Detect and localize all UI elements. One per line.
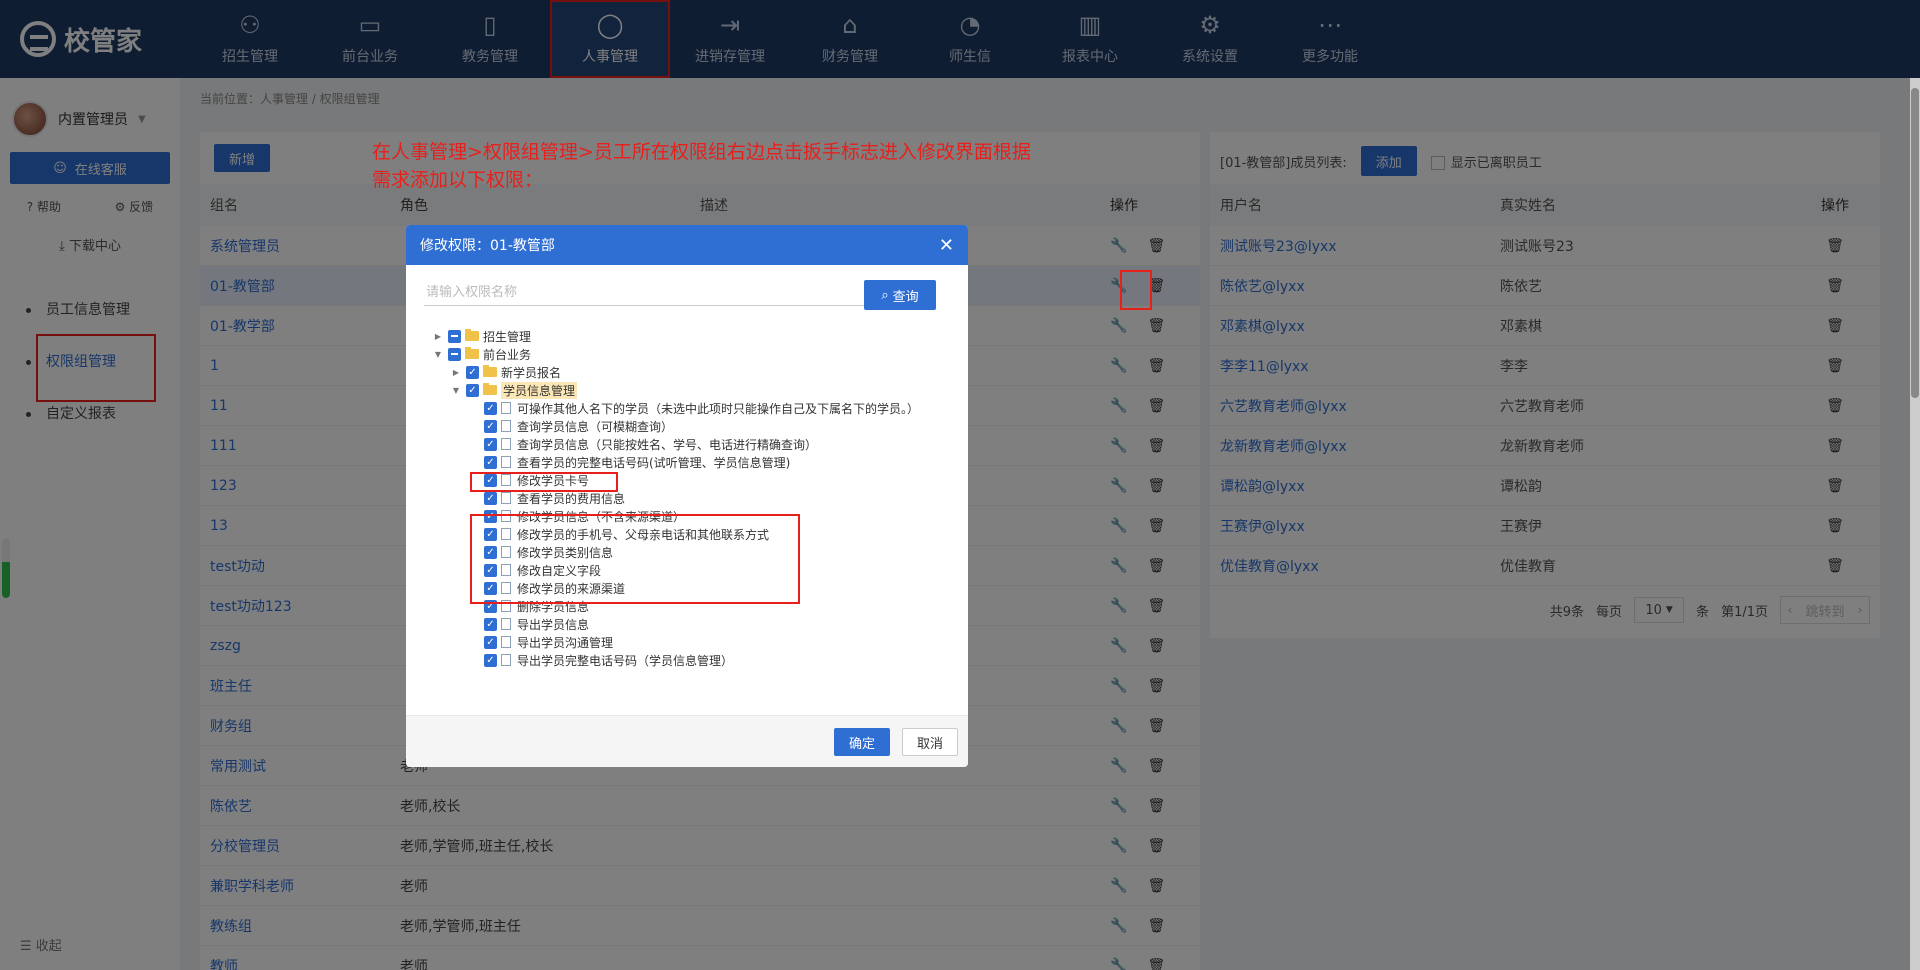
permission-label[interactable]: 查看学员的完整电话号码(试听管理、学员信息管理) — [517, 454, 790, 471]
folder-icon — [465, 347, 479, 359]
permission-label[interactable]: 可操作其他人名下的学员（未选中此项时只能操作自己及下属名下的学员。） — [517, 400, 919, 417]
permission-label[interactable]: 查询学员信息（可模糊查询） — [517, 418, 673, 435]
document-icon — [501, 456, 511, 468]
tree-node[interactable]: ▼ 前台业务 — [432, 345, 952, 363]
dialog-header: 修改权限：01-教管部 ✕ — [406, 225, 968, 265]
tree-node[interactable]: ▼ ✓ 学员信息管理 — [432, 381, 952, 399]
annotation-box-card-number — [470, 472, 618, 492]
dialog-title: 修改权限：01-教管部 — [420, 238, 555, 254]
permission-label[interactable]: 查看学员的费用信息 — [517, 490, 625, 507]
document-icon — [501, 618, 511, 630]
permission-label[interactable]: 招生管理 — [483, 328, 531, 345]
document-icon — [501, 492, 511, 504]
document-icon — [501, 420, 511, 432]
permission-label[interactable]: 导出学员沟通管理 — [517, 634, 613, 651]
document-icon — [501, 654, 511, 666]
permission-label[interactable]: 学员信息管理 — [501, 381, 578, 399]
permission-label[interactable]: 新学员报名 — [501, 364, 561, 381]
permission-checkbox[interactable]: ✓ — [484, 419, 497, 433]
folder-icon — [483, 383, 497, 395]
document-icon — [501, 402, 511, 414]
query-label: 查询 — [892, 289, 919, 305]
permission-checkbox[interactable]: ✓ — [484, 437, 497, 451]
permission-checkbox[interactable]: ✓ — [484, 455, 497, 469]
permission-label[interactable]: 查询学员信息（只能按姓名、学号、电话进行精确查询） — [517, 436, 817, 453]
permission-checkbox[interactable] — [448, 347, 461, 361]
document-icon — [501, 636, 511, 648]
tree-node[interactable]: ✓ 查看学员的完整电话号码(试听管理、学员信息管理) — [432, 453, 952, 471]
tree-node[interactable]: ✓ 导出学员沟通管理 — [432, 633, 952, 651]
tree-node[interactable]: ✓ 查询学员信息（可模糊查询） — [432, 417, 952, 435]
tree-toggle-icon[interactable]: ▼ — [450, 386, 462, 395]
close-icon[interactable]: ✕ — [939, 235, 954, 256]
permission-tree: ▶ 招生管理 ▼ 前台业务 ▶ ✓ 新学员报名 ▼ ✓ 学员信息管理 ✓ 可操作其他人名下的学员（未选… — [432, 327, 952, 667]
instruction-annotation: 在人事管理>权限组管理>员工所在权限组右边点击扳手标志进入修改界面根据需求添加以… — [372, 141, 1031, 191]
permission-label[interactable]: 前台业务 — [483, 346, 531, 363]
permission-checkbox[interactable]: ✓ — [466, 383, 479, 397]
annotation-box-wrench — [1120, 270, 1152, 310]
tree-node[interactable]: ✓ 导出学员完整电话号码（学员信息管理） — [432, 651, 952, 667]
annotation-box-edit-permissions — [470, 514, 800, 604]
tree-toggle-icon[interactable]: ▼ — [432, 350, 444, 359]
dialog-footer: 确定 取消 — [406, 715, 968, 767]
permission-checkbox[interactable]: ✓ — [484, 617, 497, 631]
page-scrollbar[interactable] — [1910, 78, 1920, 970]
folder-icon — [483, 365, 497, 377]
permission-checkbox[interactable]: ✓ — [484, 653, 497, 667]
tree-node[interactable]: ✓ 查询学员信息（只能按姓名、学号、电话进行精确查询） — [432, 435, 952, 453]
permission-checkbox[interactable]: ✓ — [484, 491, 497, 505]
search-icon: ⌕ — [881, 287, 889, 303]
permission-label[interactable]: 导出学员信息 — [517, 616, 589, 633]
folder-icon — [465, 329, 479, 341]
confirm-button[interactable]: 确定 — [834, 728, 890, 756]
tree-toggle-icon[interactable]: ▶ — [450, 368, 462, 377]
query-button[interactable]: ⌕ 查询 — [864, 280, 936, 310]
edit-permission-dialog: 修改权限：01-教管部 ✕ 请输入权限名称 ⌕ 查询 ▶ 招生管理 ▼ 前台业务 ▶ ✓ 新学… — [406, 225, 968, 767]
permission-search-input[interactable]: 请输入权限名称 — [424, 280, 866, 306]
tree-node[interactable]: ✓ 可操作其他人名下的学员（未选中此项时只能操作自己及下属名下的学员。） — [432, 399, 952, 417]
tree-node[interactable]: ▶ ✓ 新学员报名 — [432, 363, 952, 381]
tree-node[interactable]: ▶ 招生管理 — [432, 327, 952, 345]
permission-checkbox[interactable] — [448, 329, 461, 343]
cancel-button[interactable]: 取消 — [902, 728, 958, 756]
permission-checkbox[interactable]: ✓ — [466, 365, 479, 379]
tree-node[interactable]: ✓ 导出学员信息 — [432, 615, 952, 633]
permission-checkbox[interactable]: ✓ — [484, 401, 497, 415]
permission-checkbox[interactable]: ✓ — [484, 635, 497, 649]
tree-toggle-icon[interactable]: ▶ — [432, 332, 444, 341]
permission-label[interactable]: 导出学员完整电话号码（学员信息管理） — [517, 652, 733, 668]
document-icon — [501, 438, 511, 450]
